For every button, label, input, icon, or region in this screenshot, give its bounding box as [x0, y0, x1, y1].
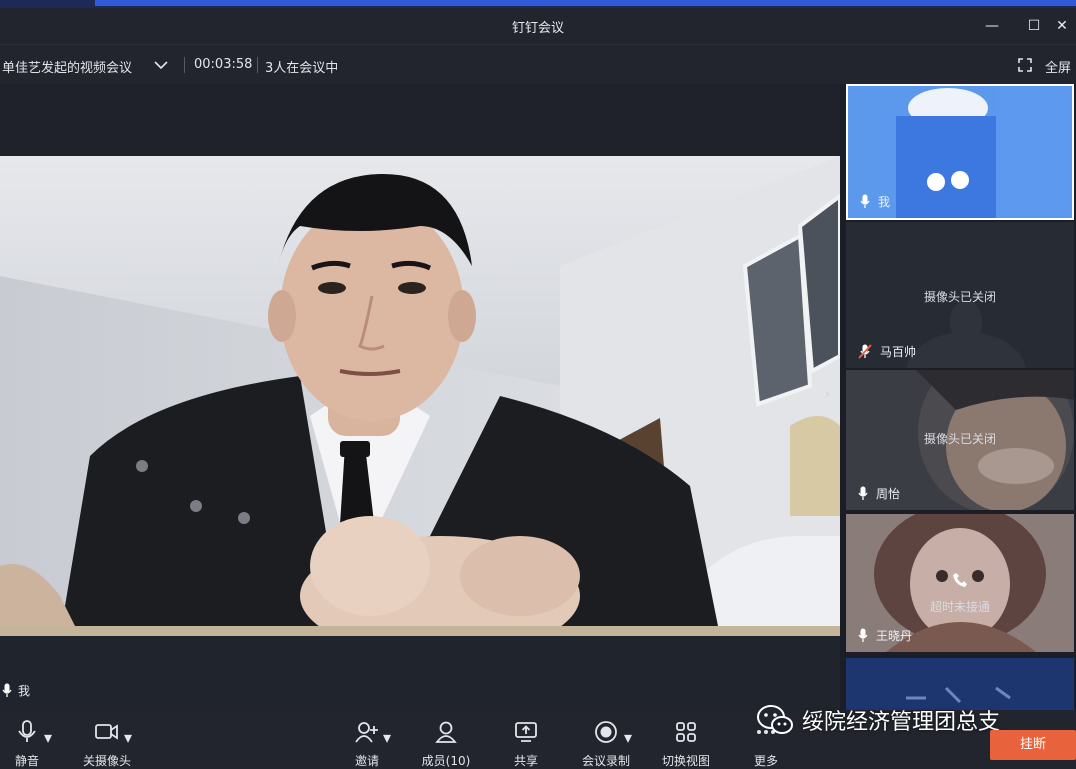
meeting-duration: 00:03:58 [194, 57, 253, 72]
main-video-stage: › 我 [0, 84, 840, 710]
mic-icon [860, 194, 870, 208]
main-video[interactable] [0, 156, 840, 636]
share-screen-icon [515, 722, 537, 742]
tile-name: 周怡 [858, 485, 900, 502]
mic-icon [858, 486, 868, 500]
tile-name: 王晓丹 [858, 627, 912, 644]
watermark-text: 绥院经济管理团总支 [802, 710, 1001, 735]
participant-sidebar: 我 摄像头已关闭 马百帅 摄像头已关闭 周怡 超时未接通 王晓丹 [846, 84, 1076, 710]
camera-options-caret[interactable]: ▾ [124, 728, 132, 747]
invite-button[interactable]: 邀请 [350, 720, 384, 768]
video-camera-icon [95, 724, 118, 740]
hangup-button[interactable]: 挂断 [990, 730, 1076, 760]
participant-tile-wangxiaodan[interactable]: 超时未接通 王晓丹 [846, 514, 1074, 652]
chevron-down-icon[interactable] [154, 60, 168, 70]
close-icon[interactable]: ✕ [1050, 14, 1074, 38]
mic-icon [858, 628, 868, 642]
speaker-name: 我 [18, 684, 31, 698]
window-title: 钉钉会议 [511, 21, 564, 36]
watermark: 绥院经济管理团总支 [756, 704, 1000, 736]
tile-name: 我 [860, 193, 890, 210]
fullscreen-icon[interactable] [1018, 58, 1032, 72]
divider [257, 57, 258, 73]
main-video-name-label: 我 [2, 682, 30, 699]
record-options-caret[interactable]: ▾ [624, 728, 632, 747]
members-icon [435, 721, 457, 743]
background-window-strip [95, 0, 1076, 6]
top-strip [0, 0, 1076, 8]
camera-off-status: 摄像头已关闭 [923, 432, 996, 446]
minimize-icon[interactable]: — [980, 14, 1004, 38]
invite-options-caret[interactable]: ▾ [383, 728, 391, 747]
phone-icon [953, 573, 967, 587]
maximize-icon[interactable]: ☐ [1022, 14, 1046, 38]
add-user-icon [355, 722, 378, 743]
participant-tile-zhouyi[interactable]: 摄像头已关闭 周怡 [846, 370, 1074, 510]
record-icon [595, 721, 617, 743]
participants-count: 3人在会议中 [265, 61, 339, 76]
mute-button[interactable]: 静音 [6, 720, 48, 768]
title-bar: 钉钉会议 — ☐ ✕ [0, 8, 1076, 44]
participant-tile-self[interactable]: 我 [846, 84, 1074, 220]
mic-icon [2, 683, 12, 697]
fullscreen-button[interactable]: 全屏 [1045, 57, 1071, 76]
participant-tile-mabaishuai[interactable]: 摄像头已关闭 马百帅 [846, 222, 1074, 368]
divider [184, 57, 185, 73]
meeting-name[interactable]: 单佳艺发起的视频会议 [2, 57, 132, 76]
share-button[interactable]: 共享 [510, 720, 542, 768]
call-status: 超时未接通 [929, 600, 990, 614]
meeting-info-bar: 单佳艺发起的视频会议 00:03:58 3人在会议中 全屏 [0, 44, 1076, 84]
participant-tile-partial[interactable] [846, 658, 1074, 710]
members-button[interactable]: 成员(10) [420, 720, 472, 768]
switch-view-button[interactable]: 切换视图 [660, 720, 712, 768]
mute-options-caret[interactable]: ▾ [44, 728, 52, 747]
grid-view-icon [676, 722, 696, 742]
mic-icon [18, 720, 36, 742]
tile-name: 马百帅 [858, 343, 916, 360]
chevron-right-icon[interactable]: › [824, 384, 830, 403]
camera-off-status: 摄像头已关闭 [923, 290, 996, 304]
mic-muted-icon [858, 344, 872, 359]
wechat-logo-icon [757, 705, 793, 734]
